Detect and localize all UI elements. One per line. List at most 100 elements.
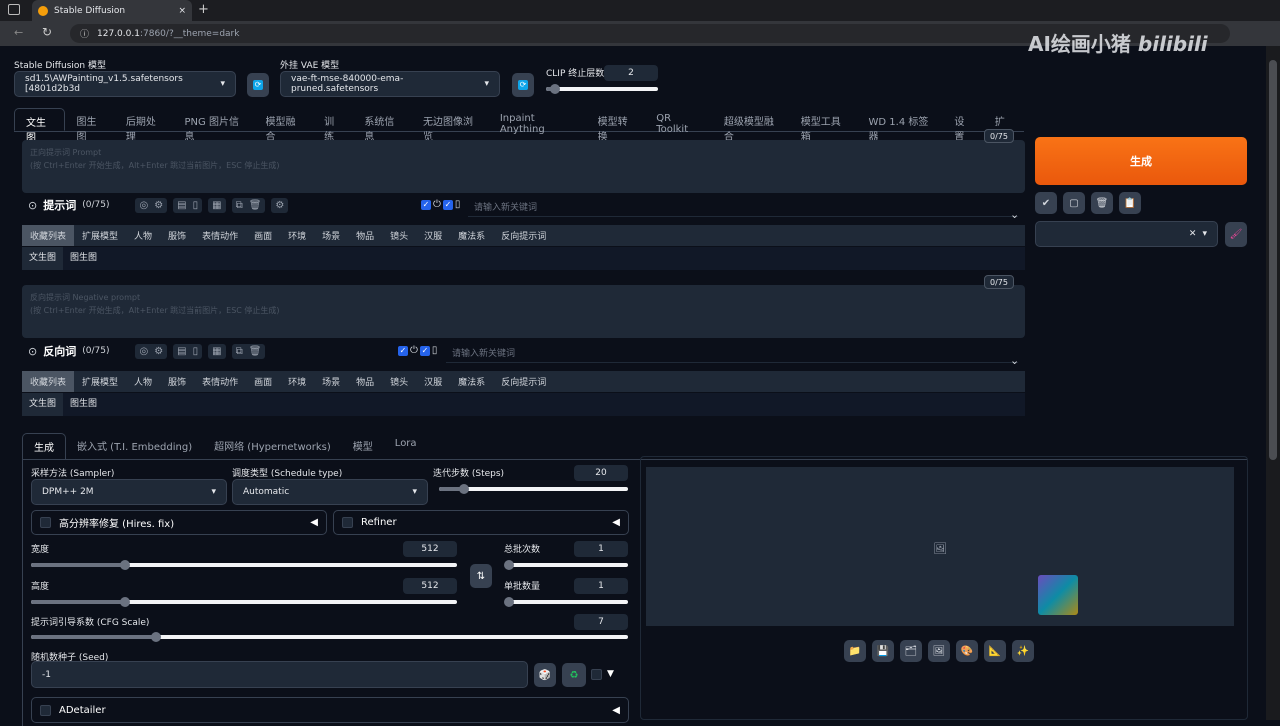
hires-fix-accordion[interactable]: 高分辨率修复 (Hires. fix) ◀ bbox=[31, 510, 327, 535]
tab-main[interactable]: 图生图 bbox=[65, 108, 114, 143]
copy-icon[interactable]: ⧉ bbox=[236, 346, 243, 357]
tag-category-tab[interactable]: 镜头 bbox=[382, 371, 416, 392]
generate-button[interactable]: 生成 bbox=[1035, 137, 1247, 185]
width-slider[interactable] bbox=[31, 560, 457, 570]
clipboard-button[interactable]: 📋 bbox=[1119, 192, 1141, 214]
tag-category-tab[interactable]: 收藏列表 bbox=[22, 371, 75, 392]
history-icon[interactable]: ▤ bbox=[177, 200, 186, 211]
tab-main[interactable]: 后期处理 bbox=[115, 108, 174, 143]
tag-category-tab[interactable]: 扩展模型 bbox=[74, 371, 126, 392]
copy-icon[interactable]: ⧉ bbox=[236, 200, 243, 211]
tab-main[interactable]: WD 1.4 标签器 bbox=[858, 108, 944, 143]
trash-button[interactable]: 🗑 bbox=[1091, 192, 1113, 214]
collapse-icon[interactable]: ⊙ bbox=[28, 199, 37, 212]
checkbox-1[interactable]: ✓ bbox=[398, 345, 408, 356]
width-input[interactable]: 512 bbox=[403, 541, 457, 557]
steps-input[interactable]: 20 bbox=[574, 465, 628, 481]
batch-size-input[interactable]: 1 bbox=[574, 578, 628, 594]
tag-category-tab[interactable]: 汉服 bbox=[416, 371, 450, 392]
tab-main[interactable]: QR Toolkit bbox=[645, 108, 713, 135]
tag-sub-tab[interactable]: 文生图 bbox=[22, 247, 64, 270]
trash-icon[interactable]: 🗑 bbox=[249, 346, 262, 357]
save-button[interactable]: 💾 bbox=[872, 640, 894, 662]
site-info-icon[interactable]: ⓘ bbox=[80, 27, 89, 40]
bookmark-icon[interactable]: ▯ bbox=[193, 200, 199, 211]
new-tab-button[interactable]: + bbox=[198, 2, 209, 17]
tab-main[interactable]: 无边图像浏览 bbox=[412, 108, 489, 143]
zip-button[interactable]: 🗂 bbox=[900, 640, 922, 662]
globe-icon[interactable]: ◎ bbox=[139, 346, 148, 357]
tag-category-tab[interactable]: 魔法系 bbox=[450, 371, 493, 392]
tag-category-tab[interactable]: 物品 bbox=[348, 371, 382, 392]
trash-icon[interactable]: 🗑 bbox=[249, 200, 262, 211]
sparkle-button[interactable]: ✨ bbox=[1012, 640, 1034, 662]
translate-icon[interactable]: ▦ bbox=[212, 346, 221, 357]
tag-category-tab[interactable]: 服饰 bbox=[160, 371, 194, 392]
close-tab-icon[interactable]: × bbox=[178, 6, 186, 16]
send-to-extras-button[interactable]: 📐 bbox=[984, 640, 1006, 662]
history-icon[interactable]: ▤ bbox=[177, 346, 186, 357]
refiner-accordion[interactable]: Refiner ◀ bbox=[333, 510, 629, 535]
refresh-vae-button[interactable]: ⟳ bbox=[512, 73, 534, 97]
height-input[interactable]: 512 bbox=[403, 578, 457, 594]
tag-category-tab[interactable]: 汉服 bbox=[416, 225, 450, 246]
keyword-input[interactable]: 请输入新关键词 bbox=[468, 197, 1018, 217]
tab-main[interactable]: 文生图 bbox=[14, 108, 66, 144]
panel-icon[interactable]: ▯ bbox=[455, 199, 461, 210]
edit-styles-button[interactable]: 🖌 bbox=[1225, 222, 1247, 247]
tag-category-tab[interactable]: 魔法系 bbox=[450, 225, 493, 246]
expand-chevron-icon[interactable]: ⌄ bbox=[1010, 208, 1019, 221]
random-seed-button[interactable]: 🎲 bbox=[534, 663, 556, 687]
seed-input[interactable]: -1 bbox=[31, 661, 528, 688]
tag-category-tab[interactable]: 表情动作 bbox=[194, 225, 246, 246]
tag-category-tab[interactable]: 人物 bbox=[126, 225, 160, 246]
tab-main[interactable]: PNG 图片信息 bbox=[174, 108, 255, 143]
browser-tab[interactable]: Stable Diffusion × bbox=[32, 0, 192, 21]
clip-skip-input[interactable]: 2 bbox=[604, 65, 658, 81]
tab-main[interactable]: 模型工具箱 bbox=[790, 108, 858, 143]
tag-category-tab[interactable]: 收藏列表 bbox=[22, 225, 75, 246]
steps-slider[interactable] bbox=[439, 484, 628, 494]
clear-icon[interactable]: ✕ bbox=[1189, 229, 1197, 239]
send-to-img2img-button[interactable]: 🖼 bbox=[928, 640, 950, 662]
copy-button[interactable]: ▢ bbox=[1063, 192, 1085, 214]
adetailer-accordion[interactable]: ADetailer ◀ bbox=[31, 697, 629, 723]
tab-actions-icon[interactable] bbox=[8, 4, 20, 15]
tab-main[interactable]: Inpaint Anything bbox=[489, 108, 587, 135]
hires-fix-checkbox[interactable] bbox=[40, 517, 51, 528]
tag-category-tab[interactable]: 镜头 bbox=[382, 225, 416, 246]
tag-category-tab[interactable]: 环境 bbox=[280, 225, 314, 246]
tag-category-tab[interactable]: 反向提示词 bbox=[493, 225, 554, 246]
sampler-select[interactable]: DPM++ 2M ▾ bbox=[31, 479, 227, 505]
gear-icon[interactable]: ⚙ bbox=[154, 346, 163, 357]
height-slider[interactable] bbox=[31, 597, 457, 607]
tab-main[interactable]: 模型转换 bbox=[587, 108, 646, 143]
back-icon[interactable]: ← bbox=[14, 26, 23, 39]
cfg-slider[interactable] bbox=[31, 632, 628, 642]
tag-category-tab[interactable]: 表情动作 bbox=[194, 371, 246, 392]
checkbox-1[interactable]: ✓ bbox=[421, 199, 431, 210]
tab-main[interactable]: 训练 bbox=[313, 108, 353, 143]
prompt-input[interactable]: 正向提示词 Prompt (按 Ctrl+Enter 开始生成，Alt+Enter… bbox=[22, 140, 1025, 193]
tag-sub-tab[interactable]: 图生图 bbox=[63, 393, 104, 416]
vae-select[interactable]: vae-ft-mse-840000-ema-pruned.safetensors… bbox=[280, 71, 500, 97]
panel-icon[interactable]: ▯ bbox=[432, 345, 438, 356]
clip-skip-slider[interactable] bbox=[546, 84, 658, 94]
extra-seed-toggle-icon[interactable]: ▼ bbox=[607, 669, 614, 679]
sd-model-select[interactable]: sd1.5\AWPainting_v1.5.safetensors [4801d… bbox=[14, 71, 236, 97]
tag-sub-tab[interactable]: 图生图 bbox=[63, 247, 104, 270]
reload-icon[interactable]: ↻ bbox=[42, 25, 52, 39]
styles-select[interactable]: ✕ ▾ bbox=[1035, 221, 1218, 247]
negative-keyword-input[interactable]: 请输入新关键词 bbox=[446, 343, 1018, 363]
batch-count-input[interactable]: 1 bbox=[574, 541, 628, 557]
schedule-select[interactable]: Automatic ▾ bbox=[232, 479, 428, 505]
tag-category-tab[interactable]: 物品 bbox=[348, 225, 382, 246]
power-icon[interactable]: ⏻ bbox=[410, 345, 418, 356]
tag-category-tab[interactable]: 环境 bbox=[280, 371, 314, 392]
gear-icon[interactable]: ⚙ bbox=[154, 200, 163, 211]
send-to-inpaint-button[interactable]: 🎨 bbox=[956, 640, 978, 662]
tab-main[interactable]: 超级模型融合 bbox=[713, 108, 790, 143]
power-icon[interactable]: ⏻ bbox=[433, 199, 441, 210]
tag-category-tab[interactable]: 反向提示词 bbox=[493, 371, 554, 392]
tag-category-tab[interactable]: 人物 bbox=[126, 371, 160, 392]
